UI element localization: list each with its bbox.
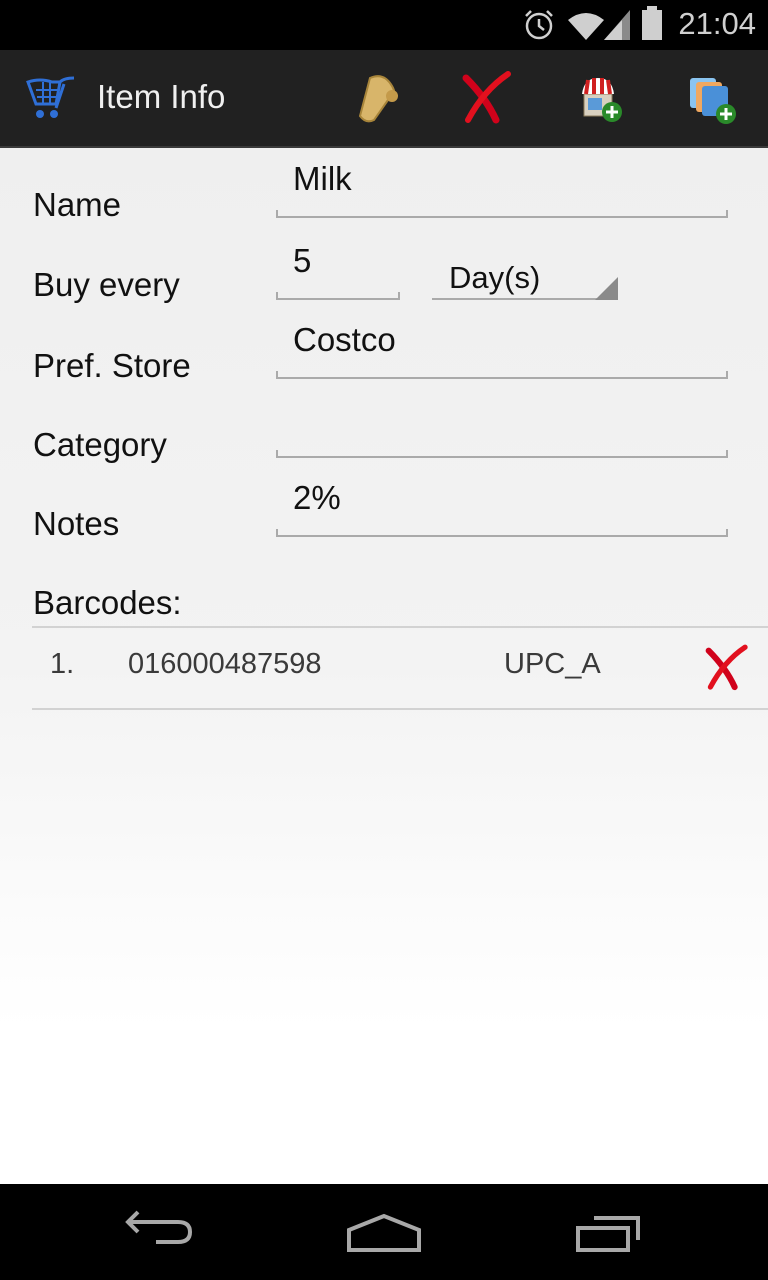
scroll-notes-icon bbox=[358, 75, 398, 123]
delete-item-button[interactable] bbox=[456, 68, 516, 128]
buy-every-input[interactable]: 5 bbox=[276, 242, 400, 300]
notes-input[interactable]: 2% bbox=[276, 479, 728, 537]
item-info-form: Name Milk Buy every 5 Day(s) Pref. Store… bbox=[0, 148, 768, 1184]
category-input[interactable] bbox=[276, 418, 728, 458]
clock: 21:04 bbox=[678, 6, 756, 41]
home-button[interactable] bbox=[339, 1206, 429, 1260]
pref-store-input[interactable]: Costco bbox=[276, 321, 728, 379]
add-store-icon bbox=[582, 78, 622, 122]
delete-icon bbox=[462, 71, 511, 124]
add-store-button[interactable] bbox=[572, 68, 632, 128]
back-button[interactable] bbox=[116, 1206, 206, 1260]
back-icon bbox=[125, 1210, 193, 1244]
barcodes-label: Barcodes: bbox=[33, 584, 182, 621]
recents-button[interactable] bbox=[566, 1206, 656, 1260]
category-label: Category bbox=[33, 426, 167, 463]
shopping-cart-icon[interactable] bbox=[26, 76, 78, 122]
status-bar: 21:04 bbox=[0, 0, 768, 50]
barcode-index: 1. bbox=[50, 648, 75, 680]
signal-icon bbox=[604, 10, 630, 40]
dropdown-triangle-icon bbox=[595, 277, 618, 300]
barcode-row[interactable]: 1. 016000487598 UPC_A bbox=[32, 628, 768, 708]
divider bbox=[32, 708, 768, 710]
add-category-icon bbox=[690, 78, 736, 124]
delete-barcode-button[interactable] bbox=[700, 642, 752, 694]
barcode-code: 016000487598 bbox=[128, 648, 322, 680]
wifi-icon bbox=[568, 13, 604, 40]
page-title: Item Info bbox=[97, 78, 226, 115]
action-bar: Item Info bbox=[0, 50, 768, 148]
delete-icon bbox=[705, 644, 748, 691]
home-icon bbox=[347, 1213, 421, 1252]
navigation-bar bbox=[0, 1184, 768, 1280]
notes-label: Notes bbox=[33, 505, 120, 542]
name-input[interactable]: Milk bbox=[276, 160, 728, 218]
notes-button[interactable] bbox=[348, 68, 408, 128]
alarm-icon bbox=[525, 10, 553, 40]
battery-icon bbox=[642, 6, 662, 40]
recents-icon bbox=[576, 1216, 640, 1252]
pref-store-label: Pref. Store bbox=[33, 347, 191, 384]
buy-every-unit-dropdown[interactable]: Day(s) bbox=[432, 260, 618, 300]
add-category-button[interactable] bbox=[682, 68, 742, 128]
name-label: Name bbox=[33, 186, 122, 223]
buy-every-label: Buy every bbox=[33, 266, 180, 303]
barcode-type: UPC_A bbox=[504, 648, 601, 680]
